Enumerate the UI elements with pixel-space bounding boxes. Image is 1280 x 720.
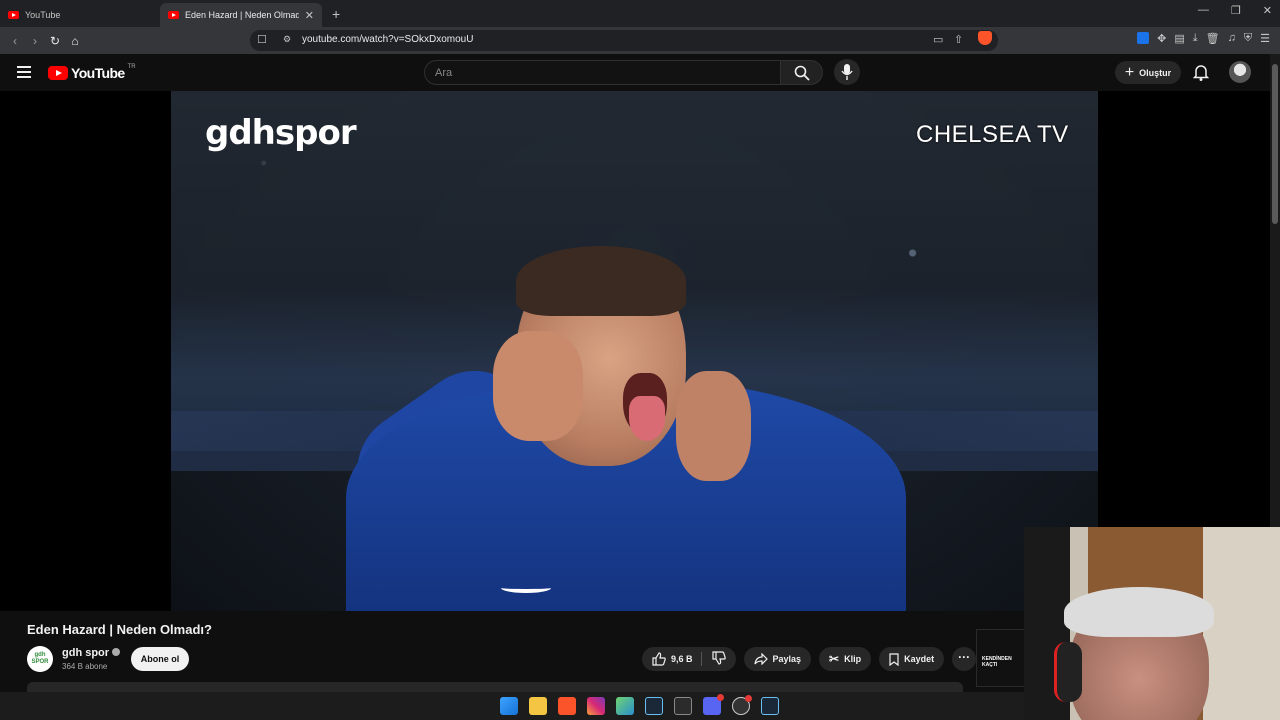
steam-icon[interactable] — [761, 697, 779, 715]
search-placeholder: Ara — [435, 67, 453, 79]
like-button[interactable]: 9,6 B — [652, 652, 702, 666]
guide-menu-icon[interactable] — [17, 66, 31, 78]
close-tab-icon[interactable]: ✕ — [305, 9, 314, 22]
menu-icon[interactable]: ☰ — [1260, 32, 1270, 45]
plus-icon: + — [1124, 63, 1135, 81]
like-count: 9,6 B — [671, 654, 693, 664]
account-avatar[interactable] — [1229, 61, 1251, 83]
brave-icon[interactable] — [558, 697, 576, 715]
terminal-icon[interactable] — [674, 697, 692, 715]
youtube-header: YouTube TR Ara + Oluştur — [0, 54, 1270, 91]
discord-badge — [717, 694, 724, 701]
more-actions-icon[interactable]: ··· — [952, 647, 977, 671]
nike-logo — [501, 583, 551, 593]
instagram-icon[interactable] — [587, 697, 605, 715]
new-tab-icon[interactable]: + — [332, 6, 340, 22]
video-actions: 9,6 B Paylaş ✂ Klip Kaydet ··· — [642, 647, 977, 671]
gdhspor-watermark: gdhspor — [205, 113, 357, 153]
search-button[interactable] — [780, 60, 823, 85]
downloads-icon[interactable]: ⤓ — [1193, 32, 1198, 45]
video-title: Eden Hazard | Neden Olmadı? — [27, 622, 212, 637]
brave-shields-icon[interactable] — [978, 31, 992, 45]
thumbs-up-icon — [652, 652, 666, 666]
youtube-logo[interactable]: YouTube TR — [48, 64, 136, 81]
site-info-icon[interactable]: ⚙ — [283, 34, 291, 45]
tab-title: Eden Hazard | Neden Olmadı? - — [185, 10, 299, 20]
bookmark-save-icon — [889, 652, 899, 666]
discord-icon[interactable] — [703, 694, 724, 715]
page-scrollbar[interactable] — [1270, 54, 1280, 528]
microphone-icon — [841, 64, 853, 80]
clock-app-icon[interactable] — [732, 695, 752, 715]
search-icon — [794, 65, 810, 81]
channel-avatar[interactable]: gdh SPOR — [27, 646, 53, 672]
tab-youtube[interactable]: YouTube — [0, 3, 160, 27]
subscribe-button[interactable]: Abone ol — [131, 647, 189, 671]
address-bar[interactable]: ☐ ⚙ youtube.com/watch?v=SOkxDxomouU ▭ ⇧ — [250, 30, 998, 51]
youtube-favicon-icon — [8, 11, 19, 19]
restore-icon[interactable]: ❐ — [1231, 4, 1241, 17]
minimize-icon[interactable]: — — [1198, 4, 1209, 17]
app-icon[interactable] — [616, 697, 634, 715]
save-button[interactable]: Kaydet — [879, 647, 945, 671]
webcam-overlay — [1024, 527, 1280, 720]
close-window-icon[interactable]: ✕ — [1263, 4, 1272, 17]
file-explorer-icon[interactable] — [529, 697, 547, 715]
clip-button[interactable]: ✂ Klip — [819, 647, 872, 671]
youtube-play-icon — [48, 66, 68, 80]
home-icon[interactable]: ⌂ — [65, 34, 85, 48]
like-dislike-segment: 9,6 B — [642, 647, 736, 671]
notifications-bell-icon[interactable] — [1193, 64, 1209, 81]
channel-name[interactable]: gdh spor — [62, 647, 121, 659]
windows-icon[interactable] — [500, 697, 518, 715]
related-video-thumbnail[interactable]: KENDİNDEN KAÇTI — [976, 629, 1026, 687]
headphones — [1054, 642, 1082, 702]
share-arrow-icon — [753, 653, 768, 665]
country-code: TR — [127, 64, 136, 70]
windows-taskbar — [0, 692, 1024, 720]
description-box[interactable] — [27, 682, 963, 692]
video-frame[interactable]: gdhspor CHELSEA TV — [171, 91, 1098, 611]
search-input[interactable]: Ara — [424, 60, 781, 85]
thumbs-down-icon — [711, 651, 726, 665]
cast-icon[interactable]: ▭ — [933, 33, 943, 46]
browser-toolbar: ‹ › ↻ ⌂ ☐ ⚙ youtube.com/watch?v=SOkxDxom… — [0, 27, 1280, 54]
subscriber-count: 364 B abone — [62, 662, 108, 671]
steam-icon[interactable] — [645, 697, 663, 715]
url-text[interactable]: youtube.com/watch?v=SOkxDxomouU — [302, 34, 473, 45]
tab-title: YouTube — [25, 10, 61, 20]
scissors-icon: ✂ — [829, 652, 840, 666]
voice-search-button[interactable] — [834, 59, 860, 85]
chelsea-tv-watermark: CHELSEA TV — [916, 121, 1069, 148]
back-icon[interactable]: ‹ — [5, 34, 25, 48]
tab-video-active[interactable]: Eden Hazard | Neden Olmadı? - ✕ — [160, 3, 322, 27]
sidebar-icon[interactable]: ▤ — [1174, 32, 1184, 45]
verified-badge-icon — [112, 648, 121, 656]
shield-icon[interactable]: ⛨ — [1244, 32, 1252, 45]
share-button[interactable]: Paylaş — [743, 647, 812, 671]
forward-icon[interactable]: › — [25, 34, 45, 48]
share-icon[interactable]: ⇧ — [954, 33, 963, 46]
extensions-icon[interactable]: ✥ — [1157, 32, 1166, 45]
download-extension-icon[interactable] — [1137, 32, 1150, 44]
browser-tab-bar: YouTube Eden Hazard | Neden Olmadı? - ✕ … — [0, 0, 1280, 27]
bookmark-icon[interactable]: ☐ — [257, 33, 267, 46]
trash-icon[interactable]: 🗑 — [1206, 32, 1220, 45]
youtube-favicon-icon — [168, 11, 179, 19]
reload-icon[interactable]: ↻ — [45, 34, 65, 48]
create-button[interactable]: + Oluştur — [1115, 61, 1181, 84]
music-icon[interactable]: ♫ — [1228, 32, 1236, 45]
dislike-button[interactable] — [702, 651, 736, 667]
